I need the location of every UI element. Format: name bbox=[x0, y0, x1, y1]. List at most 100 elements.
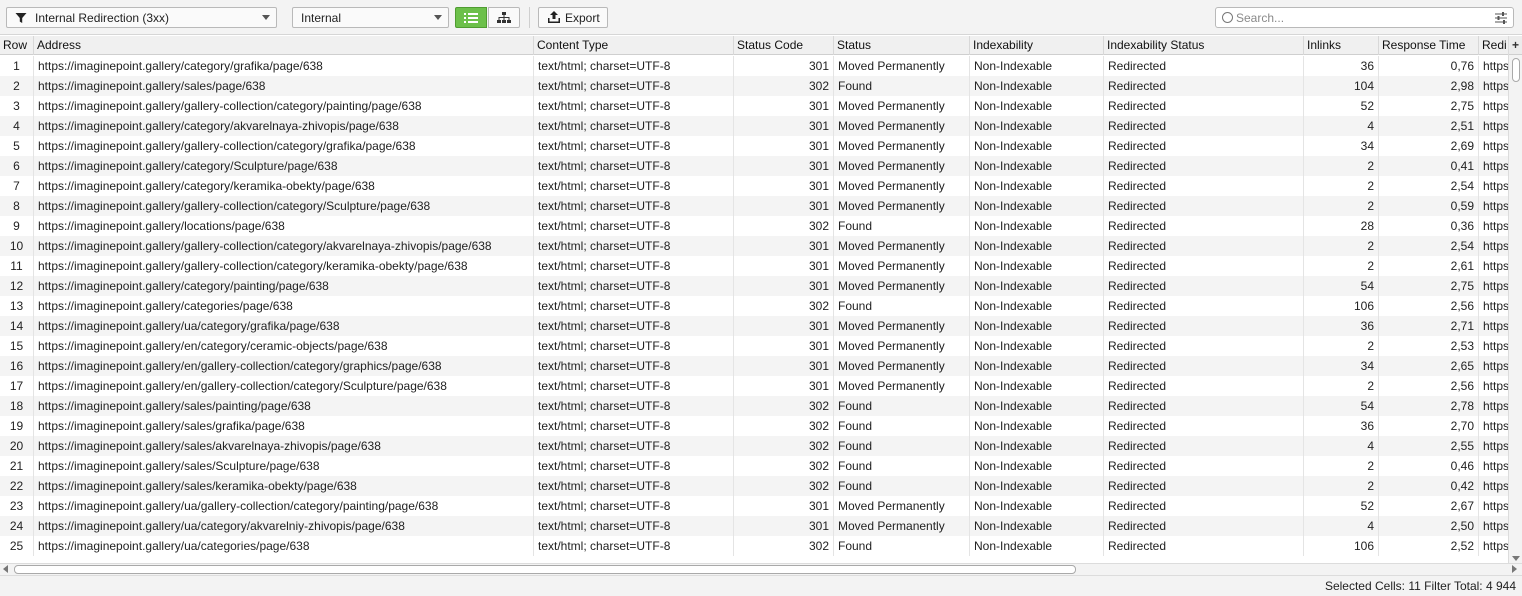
cell-status[interactable]: Moved Permanently bbox=[834, 516, 970, 536]
table-row[interactable]: 4 https://imaginepoint.gallery/category/a… bbox=[0, 116, 1508, 136]
cell-indexability-status[interactable]: Redirected bbox=[1104, 436, 1304, 456]
vertical-scrollbar[interactable]: + bbox=[1508, 36, 1522, 563]
cell-address[interactable]: https://imaginepoint.gallery/gallery-col… bbox=[34, 196, 534, 216]
cell-status[interactable]: Found bbox=[834, 536, 970, 556]
cell-response-time[interactable]: 0,36 bbox=[1379, 216, 1479, 236]
cell-indexability-status[interactable]: Redirected bbox=[1104, 136, 1304, 156]
cell-indexability-status[interactable]: Redirected bbox=[1104, 416, 1304, 436]
cell-inlinks[interactable]: 2 bbox=[1304, 176, 1379, 196]
cell-indexability-status[interactable]: Redirected bbox=[1104, 536, 1304, 556]
cell-indexability[interactable]: Non-Indexable bbox=[970, 236, 1104, 256]
column-header-status[interactable]: Status bbox=[834, 36, 970, 55]
cell-indexability[interactable]: Non-Indexable bbox=[970, 76, 1104, 96]
cell-redirect-url[interactable]: https bbox=[1479, 136, 1508, 156]
cell-content-type[interactable]: text/html; charset=UTF-8 bbox=[534, 276, 734, 296]
cell-address[interactable]: https://imaginepoint.gallery/category/pa… bbox=[34, 276, 534, 296]
cell-response-time[interactable]: 2,98 bbox=[1379, 76, 1479, 96]
cell-response-time[interactable]: 2,54 bbox=[1379, 176, 1479, 196]
filter-dropdown[interactable]: Internal Redirection (3xx) bbox=[6, 7, 277, 28]
cell-status[interactable]: Moved Permanently bbox=[834, 136, 970, 156]
cell-status-code[interactable]: 301 bbox=[734, 376, 834, 396]
cell-content-type[interactable]: text/html; charset=UTF-8 bbox=[534, 136, 734, 156]
cell-redirect-url[interactable]: https bbox=[1479, 316, 1508, 336]
cell-indexability[interactable]: Non-Indexable bbox=[970, 116, 1104, 136]
cell-status[interactable]: Moved Permanently bbox=[834, 356, 970, 376]
cell-status[interactable]: Found bbox=[834, 396, 970, 416]
cell-content-type[interactable]: text/html; charset=UTF-8 bbox=[534, 356, 734, 376]
cell-status[interactable]: Moved Permanently bbox=[834, 376, 970, 396]
column-header-response-time[interactable]: Response Time bbox=[1379, 36, 1479, 55]
table-row[interactable]: 15 https://imaginepoint.gallery/en/catego… bbox=[0, 336, 1508, 356]
cell-response-time[interactable]: 2,56 bbox=[1379, 376, 1479, 396]
cell-address[interactable]: https://imaginepoint.gallery/category/Sc… bbox=[34, 156, 534, 176]
cell-status-code[interactable]: 302 bbox=[734, 396, 834, 416]
table-row[interactable]: 13 https://imaginepoint.gallery/categorie… bbox=[0, 296, 1508, 316]
cell-status-code[interactable]: 301 bbox=[734, 356, 834, 376]
cell-indexability-status[interactable]: Redirected bbox=[1104, 196, 1304, 216]
cell-redirect-url[interactable]: https bbox=[1479, 456, 1508, 476]
cell-inlinks[interactable]: 4 bbox=[1304, 436, 1379, 456]
column-header-status-code[interactable]: Status Code bbox=[734, 36, 834, 55]
cell-inlinks[interactable]: 36 bbox=[1304, 416, 1379, 436]
cell-status-code[interactable]: 302 bbox=[734, 476, 834, 496]
cell-status-code[interactable]: 301 bbox=[734, 236, 834, 256]
cell-inlinks[interactable]: 36 bbox=[1304, 316, 1379, 336]
cell-status[interactable]: Found bbox=[834, 456, 970, 476]
cell-response-time[interactable]: 2,52 bbox=[1379, 536, 1479, 556]
scroll-right-arrow-icon[interactable] bbox=[1512, 565, 1517, 573]
cell-address[interactable]: https://imaginepoint.gallery/ua/category… bbox=[34, 516, 534, 536]
cell-indexability[interactable]: Non-Indexable bbox=[970, 176, 1104, 196]
cell-address[interactable]: https://imaginepoint.gallery/ua/category… bbox=[34, 316, 534, 336]
table-row[interactable]: 2 https://imaginepoint.gallery/sales/page… bbox=[0, 76, 1508, 96]
cell-inlinks[interactable]: 106 bbox=[1304, 536, 1379, 556]
cell-response-time[interactable]: 2,55 bbox=[1379, 436, 1479, 456]
cell-content-type[interactable]: text/html; charset=UTF-8 bbox=[534, 296, 734, 316]
cell-redirect-url[interactable]: https bbox=[1479, 256, 1508, 276]
table-row[interactable]: 25 https://imaginepoint.gallery/ua/catego… bbox=[0, 536, 1508, 556]
cell-status-code[interactable]: 302 bbox=[734, 416, 834, 436]
cell-redirect-url[interactable]: https bbox=[1479, 336, 1508, 356]
cell-inlinks[interactable]: 2 bbox=[1304, 236, 1379, 256]
table-row[interactable]: 10 https://imaginepoint.gallery/gallery-c… bbox=[0, 236, 1508, 256]
cell-status-code[interactable]: 301 bbox=[734, 96, 834, 116]
cell-row-number[interactable]: 15 bbox=[0, 336, 34, 356]
horizontal-scrollbar-thumb[interactable] bbox=[14, 565, 1076, 574]
table-row[interactable]: 12 https://imaginepoint.gallery/category/… bbox=[0, 276, 1508, 296]
cell-address[interactable]: https://imaginepoint.gallery/categories/… bbox=[34, 296, 534, 316]
cell-inlinks[interactable]: 52 bbox=[1304, 96, 1379, 116]
cell-indexability[interactable]: Non-Indexable bbox=[970, 356, 1104, 376]
table-row[interactable]: 22 https://imaginepoint.gallery/sales/ker… bbox=[0, 476, 1508, 496]
cell-inlinks[interactable]: 2 bbox=[1304, 476, 1379, 496]
cell-row-number[interactable]: 2 bbox=[0, 76, 34, 96]
cell-inlinks[interactable]: 2 bbox=[1304, 376, 1379, 396]
column-header-inlinks[interactable]: Inlinks bbox=[1304, 36, 1379, 55]
table-row[interactable]: 23 https://imaginepoint.gallery/ua/galler… bbox=[0, 496, 1508, 516]
cell-row-number[interactable]: 8 bbox=[0, 196, 34, 216]
export-button[interactable]: Export bbox=[538, 7, 608, 28]
cell-address[interactable]: https://imaginepoint.gallery/en/category… bbox=[34, 336, 534, 356]
cell-inlinks[interactable]: 28 bbox=[1304, 216, 1379, 236]
cell-row-number[interactable]: 4 bbox=[0, 116, 34, 136]
table-row[interactable]: 5 https://imaginepoint.gallery/gallery-co… bbox=[0, 136, 1508, 156]
cell-response-time[interactable]: 2,53 bbox=[1379, 336, 1479, 356]
cell-indexability[interactable]: Non-Indexable bbox=[970, 376, 1104, 396]
cell-redirect-url[interactable]: https bbox=[1479, 56, 1508, 76]
cell-content-type[interactable]: text/html; charset=UTF-8 bbox=[534, 396, 734, 416]
cell-address[interactable]: https://imaginepoint.gallery/ua/categori… bbox=[34, 536, 534, 556]
cell-status-code[interactable]: 301 bbox=[734, 176, 834, 196]
cell-status-code[interactable]: 301 bbox=[734, 516, 834, 536]
cell-status-code[interactable]: 302 bbox=[734, 76, 834, 96]
table-row[interactable]: 16 https://imaginepoint.gallery/en/galler… bbox=[0, 356, 1508, 376]
cell-indexability[interactable]: Non-Indexable bbox=[970, 56, 1104, 76]
cell-response-time[interactable]: 0,41 bbox=[1379, 156, 1479, 176]
column-header-redirect-url[interactable]: Redi bbox=[1479, 36, 1508, 55]
table-row[interactable]: 14 https://imaginepoint.gallery/ua/catego… bbox=[0, 316, 1508, 336]
scroll-left-arrow-icon[interactable] bbox=[3, 565, 8, 573]
cell-redirect-url[interactable]: https bbox=[1479, 216, 1508, 236]
cell-indexability-status[interactable]: Redirected bbox=[1104, 216, 1304, 236]
cell-response-time[interactable]: 2,67 bbox=[1379, 496, 1479, 516]
cell-row-number[interactable]: 20 bbox=[0, 436, 34, 456]
cell-status[interactable]: Moved Permanently bbox=[834, 176, 970, 196]
search-input[interactable] bbox=[1236, 10, 1494, 25]
cell-status-code[interactable]: 301 bbox=[734, 136, 834, 156]
